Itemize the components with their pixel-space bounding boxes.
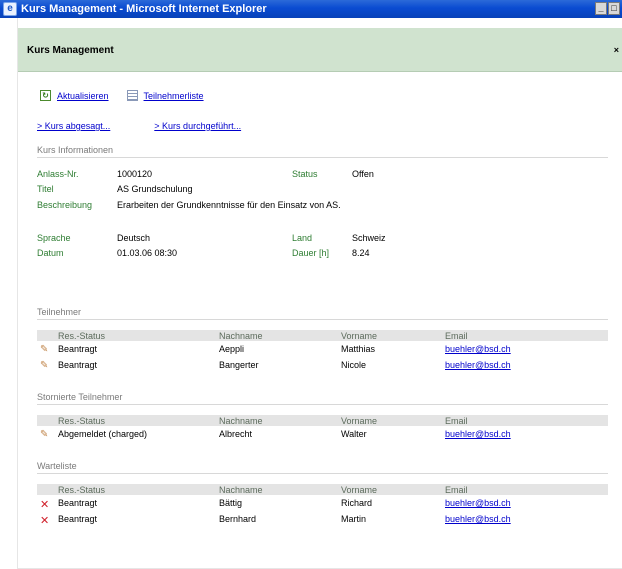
status-label: Status (292, 169, 318, 179)
sprache-value: Deutsch (117, 233, 151, 243)
row-nachname: Bättig (219, 498, 243, 508)
beschreibung-value: Erarbeiten der Grundkenntnisse für den E… (117, 200, 341, 210)
dauer-label: Dauer [h] (292, 248, 330, 258)
window-titlebar: e Kurs Management - Microsoft Internet E… (0, 0, 622, 18)
datum-label: Datum (37, 248, 64, 258)
toolbar: ↻ Aktualisieren Teilnehmerliste (40, 90, 222, 101)
maximize-button[interactable]: □ (608, 2, 620, 15)
list-icon (126, 90, 138, 101)
course-action-links: > Kurs abgesagt... > Kurs durchgeführt..… (37, 121, 285, 131)
internet-explorer-icon: e (3, 2, 17, 16)
participants-table: Res.-Status Nachname Vorname Email ✎ Bea… (37, 330, 608, 373)
row-status: Abgemeldet (charged) (58, 429, 148, 439)
waitlist-table: Res.-Status Nachname Vorname Email ✕ Bea… (37, 484, 608, 527)
refresh-link[interactable]: Aktualisieren (57, 91, 109, 101)
row-email-link[interactable]: buehler@bsd.ch (445, 429, 511, 439)
dialog-close-button[interactable]: × (614, 45, 619, 55)
course-done-link[interactable]: > Kurs durchgeführt... (154, 121, 241, 131)
participant-list-link[interactable]: Teilnehmerliste (144, 91, 204, 101)
row-nachname: Bangerter (219, 360, 259, 370)
pencil-icon[interactable]: ✎ (40, 344, 48, 355)
anlass-label: Anlass-Nr. (37, 169, 79, 179)
table-row: ✕ Beantragt Bättig Richard buehler@bsd.c… (37, 495, 608, 511)
refresh-icon: ↻ (40, 90, 51, 101)
table-row: ✕ Beantragt Bernhard Martin buehler@bsd.… (37, 511, 608, 527)
cancelled-participants-table: Res.-Status Nachname Vorname Email ✎ Abg… (37, 415, 608, 442)
participant-list-action[interactable]: Teilnehmerliste (126, 90, 204, 101)
row-vorname: Martin (341, 514, 367, 524)
window-title: Kurs Management - Microsoft Internet Exp… (21, 3, 267, 15)
column-status: Res.-Status (58, 485, 106, 495)
row-nachname: Aeppli (219, 344, 245, 354)
participants-section-title: Teilnehmer (37, 307, 608, 320)
row-status: Beantragt (58, 514, 98, 524)
pencil-icon[interactable]: ✎ (40, 429, 48, 440)
course-cancelled-link[interactable]: > Kurs abgesagt... (37, 121, 110, 131)
table-row: ✎ Beantragt Bangerter Nicole buehler@bsd… (37, 357, 608, 373)
column-vorname: Vorname (341, 485, 378, 495)
column-nachname: Nachname (219, 485, 263, 495)
column-email: Email (445, 331, 468, 341)
column-nachname: Nachname (219, 416, 263, 426)
status-value: Offen (352, 169, 374, 179)
row-vorname: Richard (341, 498, 373, 508)
column-vorname: Vorname (341, 416, 378, 426)
column-vorname: Vorname (341, 331, 378, 341)
titel-label: Titel (37, 184, 54, 194)
datum-value: 01.03.06 08:30 (117, 248, 178, 258)
refresh-action[interactable]: ↻ Aktualisieren (40, 90, 109, 101)
delete-icon[interactable]: ✕ (40, 514, 49, 527)
pencil-icon[interactable]: ✎ (40, 360, 48, 371)
row-vorname: Nicole (341, 360, 367, 370)
course-info-section-title: Kurs Informationen (37, 145, 608, 158)
row-nachname: Albrecht (219, 429, 253, 439)
row-email-link[interactable]: buehler@bsd.ch (445, 498, 511, 508)
row-status: Beantragt (58, 360, 98, 370)
row-nachname: Bernhard (219, 514, 257, 524)
cancelled-participants-section-title: Stornierte Teilnehmer (37, 392, 608, 405)
row-email-link[interactable]: buehler@bsd.ch (445, 360, 511, 370)
beschreibung-label: Beschreibung (37, 200, 93, 210)
dialog-title: Kurs Management (27, 45, 114, 56)
land-value: Schweiz (352, 233, 386, 243)
land-label: Land (292, 233, 313, 243)
waitlist-section-title: Warteliste (37, 461, 608, 474)
waitlist-table-header: Res.-Status Nachname Vorname Email (37, 484, 608, 495)
dauer-value: 8.24 (352, 248, 370, 258)
column-nachname: Nachname (219, 331, 263, 341)
row-vorname: Matthias (341, 344, 376, 354)
window-controls: _ □ (595, 2, 620, 15)
table-row: ✎ Abgemeldet (charged) Albrecht Walter b… (37, 426, 608, 442)
anlass-value: 1000120 (117, 169, 153, 179)
column-status: Res.-Status (58, 416, 106, 426)
titel-value: AS Grundschulung (117, 184, 193, 194)
row-vorname: Walter (341, 429, 367, 439)
participants-table-header: Res.-Status Nachname Vorname Email (37, 330, 608, 341)
row-status: Beantragt (58, 344, 98, 354)
left-gutter (0, 18, 18, 569)
row-email-link[interactable]: buehler@bsd.ch (445, 344, 511, 354)
cancelled-table-header: Res.-Status Nachname Vorname Email (37, 415, 608, 426)
column-status: Res.-Status (58, 331, 106, 341)
minimize-button[interactable]: _ (595, 2, 607, 15)
sprache-label: Sprache (37, 233, 71, 243)
row-status: Beantragt (58, 498, 98, 508)
delete-icon[interactable]: ✕ (40, 498, 49, 511)
dialog-header: Kurs Management × (18, 28, 622, 72)
column-email: Email (445, 485, 468, 495)
column-email: Email (445, 416, 468, 426)
row-email-link[interactable]: buehler@bsd.ch (445, 514, 511, 524)
table-row: ✎ Beantragt Aeppli Matthias buehler@bsd.… (37, 341, 608, 357)
